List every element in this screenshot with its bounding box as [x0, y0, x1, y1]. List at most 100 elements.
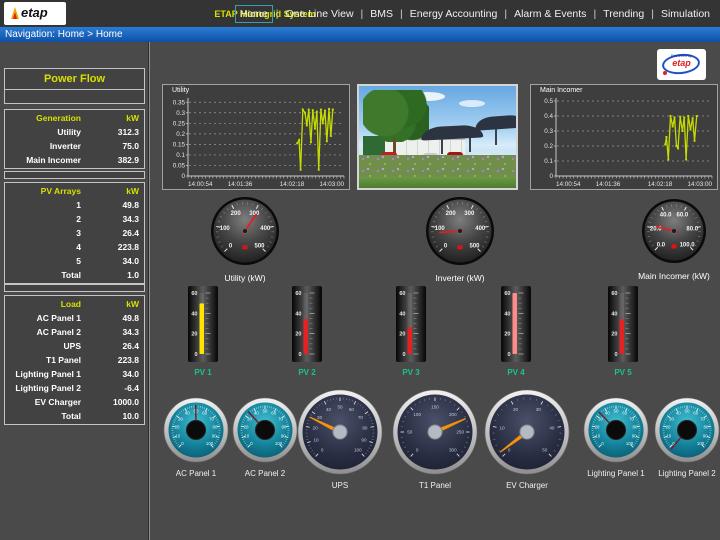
row-value: 49.8 — [81, 311, 144, 325]
gauge-caption: T1 Panel — [419, 481, 451, 490]
navigation-bar: Navigation: Home > Home — [0, 27, 720, 42]
row-label: 2 — [5, 212, 81, 226]
utility-trend-chart: Utility 00.050.10.150.20.250.30.3514:00:… — [162, 84, 350, 190]
canopy-post — [495, 129, 497, 145]
row-value: 223.8 — [81, 353, 144, 367]
svg-text:100.0: 100.0 — [680, 242, 696, 248]
inverter-gauge: 0100200300400500 Inverter (kW) — [405, 196, 515, 283]
menu-item-trending[interactable]: Trending — [599, 6, 648, 22]
svg-text:40: 40 — [549, 426, 555, 431]
svg-text:0.1: 0.1 — [176, 152, 185, 159]
svg-text:500: 500 — [254, 244, 265, 250]
unit-label: kW — [81, 184, 144, 198]
utility-gauge: 0100200300400500 Utility (kW) — [190, 196, 300, 283]
svg-text:0: 0 — [194, 352, 197, 358]
menu-item-energy-accounting[interactable]: Energy Accounting — [406, 6, 502, 22]
meter-caption: PV 1 — [194, 368, 211, 377]
pv-arrays-table: PV Arrays kW 1 49.8 2 34.3 3 26.4 4 223.… — [4, 182, 145, 284]
row-label: 3 — [5, 226, 81, 240]
menu-separator — [400, 8, 403, 20]
svg-text:100: 100 — [206, 441, 214, 446]
svg-text:20: 20 — [504, 332, 510, 338]
svg-text:0.1: 0.1 — [544, 158, 553, 165]
section-header: Generation — [5, 111, 81, 125]
menu-item-alarm-events[interactable]: Alarm & Events — [510, 6, 590, 22]
svg-text:80: 80 — [213, 425, 218, 430]
svg-text:20: 20 — [244, 425, 249, 430]
svg-text:14:00:54: 14:00:54 — [188, 181, 213, 188]
menu-item-simulation[interactable]: Simulation — [657, 6, 714, 22]
svg-text:14:01:36: 14:01:36 — [596, 181, 621, 188]
gauge-caption: EV Charger — [506, 481, 548, 490]
svg-text:0.25: 0.25 — [173, 120, 186, 127]
row-label: 4 — [5, 240, 81, 254]
row-label: Utility — [5, 125, 81, 139]
gauge-dial: 0102030405060708090100 — [163, 397, 229, 468]
menu-item-one-line-view[interactable]: One Line View — [281, 6, 357, 22]
svg-text:50: 50 — [542, 447, 548, 452]
svg-text:60: 60 — [349, 407, 355, 412]
table-row: EV Charger 1000.0 — [5, 395, 144, 409]
row-value: 312.3 — [81, 125, 144, 139]
meter-body: 0204060 — [396, 286, 426, 367]
canopy-post — [441, 138, 443, 154]
svg-text:60.0: 60.0 — [677, 213, 689, 219]
row-value: 223.8 — [81, 240, 144, 254]
table-row: AC Panel 1 49.8 — [5, 311, 144, 325]
svg-text:30: 30 — [669, 416, 674, 421]
ups-gauge: 0102030405060708090100 UPS — [292, 389, 388, 490]
svg-text:40: 40 — [676, 410, 681, 415]
svg-text:150: 150 — [431, 404, 439, 409]
row-label: UPS — [5, 339, 81, 353]
table-row: UPS 26.4 — [5, 339, 144, 353]
svg-text:50: 50 — [263, 408, 268, 413]
svg-text:70: 70 — [629, 416, 634, 421]
svg-text:10: 10 — [313, 437, 319, 442]
svg-text:400: 400 — [260, 226, 271, 232]
svg-text:0: 0 — [181, 173, 185, 180]
table-row: Lighting Panel 2 -6.4 — [5, 381, 144, 395]
svg-text:0.3: 0.3 — [544, 128, 553, 135]
svg-text:200: 200 — [449, 412, 457, 417]
menu-item-bms[interactable]: BMS — [366, 6, 397, 22]
svg-text:14:00:54: 14:00:54 — [556, 181, 581, 188]
table-row: 3 26.4 — [5, 226, 144, 240]
svg-text:60: 60 — [191, 291, 197, 297]
spacer-box — [4, 284, 145, 292]
row-value: 26.4 — [81, 226, 144, 240]
row-label: Lighting Panel 2 — [5, 381, 81, 395]
row-label: 5 — [5, 254, 81, 268]
svg-text:60: 60 — [693, 410, 698, 415]
title-bar: etap ETAP Microgrid System Home One Line… — [0, 0, 720, 27]
svg-text:14:02:18: 14:02:18 — [280, 181, 305, 188]
svg-text:0.4: 0.4 — [544, 113, 553, 120]
meter-caption: PV 4 — [507, 368, 524, 377]
svg-text:70: 70 — [358, 415, 364, 420]
svg-text:14:03:00: 14:03:00 — [687, 181, 712, 188]
row-value: 26.4 — [81, 339, 144, 353]
gauge-caption: Utility (kW) — [224, 273, 265, 283]
svg-text:14:03:00: 14:03:00 — [319, 181, 344, 188]
svg-text:0: 0 — [508, 447, 511, 452]
cloud — [459, 100, 485, 107]
logo-brand-text: etap — [21, 5, 48, 20]
svg-text:20: 20 — [595, 425, 600, 430]
row-value: 10.0 — [81, 409, 144, 423]
ev-charger-gauge: 01020304050 EV Charger — [479, 389, 575, 490]
table-row: AC Panel 2 34.3 — [5, 325, 144, 339]
svg-text:50: 50 — [614, 408, 619, 413]
gauge-caption: Main Incomer (kW) — [638, 271, 710, 281]
svg-text:60: 60 — [271, 410, 276, 415]
breadcrumb[interactable]: Navigation: Home > Home — [5, 29, 123, 40]
meter-caption: PV 2 — [298, 368, 315, 377]
pv-3-meter: 0204060 PV 3 — [389, 286, 433, 377]
svg-text:40: 40 — [504, 311, 510, 317]
svg-text:20: 20 — [313, 426, 319, 431]
row-label: AC Panel 1 — [5, 311, 81, 325]
spacer-box — [4, 171, 145, 179]
svg-text:90: 90 — [212, 434, 217, 439]
menu-item-home[interactable]: Home — [235, 5, 273, 23]
meter-body: 0204060 — [608, 286, 638, 367]
svg-text:0: 0 — [402, 352, 405, 358]
svg-text:100: 100 — [626, 441, 634, 446]
